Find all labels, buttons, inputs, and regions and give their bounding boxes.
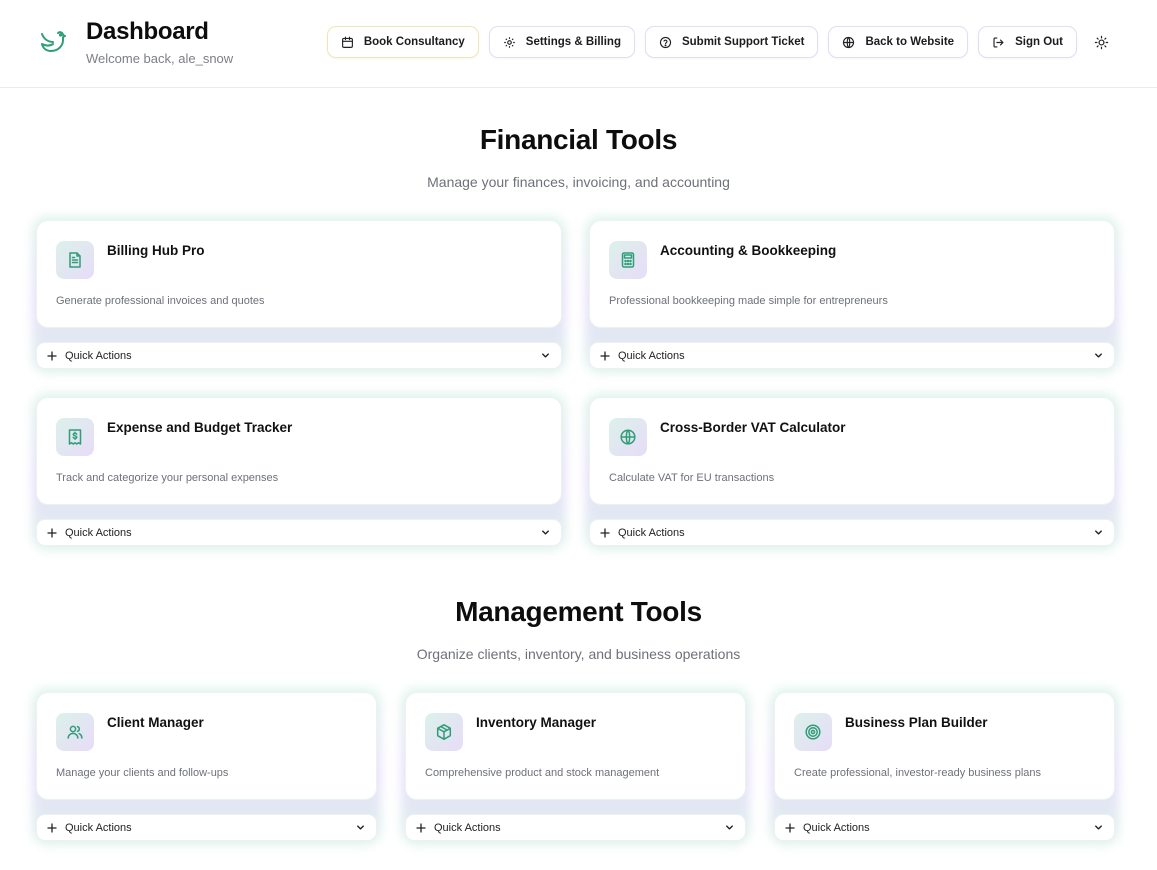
users-icon (56, 713, 94, 751)
card-description: Comprehensive product and stock manageme… (425, 767, 660, 779)
tool-card-inventory-manager[interactable]: Inventory Manager Comprehensive product … (401, 688, 750, 845)
chevron-down-icon (1095, 353, 1102, 358)
settings-billing-button[interactable]: Settings & Billing (488, 26, 635, 58)
receipt-icon (56, 418, 94, 456)
card-body[interactable]: Cross-Border VAT Calculator Calculate VA… (589, 397, 1115, 505)
tool-card-expense-budget-tracker[interactable]: Expense and Budget Tracker Track and cat… (32, 393, 566, 550)
quick-actions-toggle[interactable]: Quick Actions (36, 342, 562, 369)
chevron-down-icon (1095, 825, 1102, 830)
quick-actions-toggle[interactable]: Quick Actions (589, 519, 1115, 546)
theme-toggle-button[interactable] (1089, 30, 1113, 54)
tool-card-client-manager[interactable]: Client Manager Manage your clients and f… (32, 688, 381, 845)
card-description: Create professional, investor-ready busi… (794, 767, 1042, 779)
plus-icon (47, 527, 57, 538)
tool-card-billing-hub-pro[interactable]: Billing Hub Pro Generate professional in… (32, 216, 566, 373)
quick-actions-label: Quick Actions (65, 349, 132, 362)
financial-tools-subtitle: Manage your finances, invoicing, and acc… (427, 174, 730, 190)
plus-icon (47, 350, 57, 361)
card-title: Client Manager (107, 715, 204, 730)
logout-icon (993, 36, 1004, 48)
globe-icon (609, 418, 647, 456)
card-body[interactable]: Expense and Budget Tracker Track and cat… (36, 397, 562, 505)
card-body[interactable]: Billing Hub Pro Generate professional in… (36, 220, 562, 328)
chevron-down-icon (542, 353, 549, 358)
card-title: Inventory Manager (476, 715, 597, 730)
package-icon (425, 713, 463, 751)
back-to-website-button[interactable]: Back to Website (828, 26, 969, 58)
target-icon (794, 713, 832, 751)
sign-out-button[interactable]: Sign Out (978, 26, 1077, 58)
page-title: Dashboard (86, 18, 209, 45)
plus-icon (600, 350, 610, 361)
card-title: Expense and Budget Tracker (107, 420, 293, 435)
management-tools-heading: Management Tools (455, 596, 702, 627)
top-header: Dashboard Welcome back, ale_snow Book Co… (0, 0, 1157, 88)
chevron-down-icon (357, 825, 364, 830)
bird-logo-icon[interactable] (38, 25, 70, 57)
top-nav: Book Consultancy Settings & Billing Subm… (326, 26, 1113, 58)
tool-card-accounting-bookkeeping[interactable]: Accounting & Bookkeeping Professional bo… (585, 216, 1119, 373)
plus-icon (47, 822, 57, 833)
card-body[interactable]: Accounting & Bookkeeping Professional bo… (589, 220, 1115, 328)
book-consultancy-label: Book Consultancy (363, 36, 465, 48)
quick-actions-toggle[interactable]: Quick Actions (405, 814, 746, 841)
gear-icon (504, 36, 515, 48)
chevron-down-icon (542, 530, 549, 535)
settings-billing-label: Settings & Billing (525, 36, 621, 48)
quick-actions-toggle[interactable]: Quick Actions (36, 519, 562, 546)
sign-out-label: Sign Out (1015, 36, 1063, 48)
book-consultancy-button[interactable]: Book Consultancy (326, 26, 479, 58)
quick-actions-label: Quick Actions (618, 526, 685, 539)
quick-actions-label: Quick Actions (803, 821, 870, 834)
plus-icon (416, 822, 426, 833)
back-to-website-label: Back to Website (865, 36, 955, 48)
chevron-down-icon (726, 825, 733, 830)
card-description: Professional bookkeeping made simple for… (609, 295, 888, 307)
card-title: Cross-Border VAT Calculator (660, 420, 846, 435)
plus-icon (785, 822, 795, 833)
card-title: Business Plan Builder (845, 715, 988, 730)
card-description: Generate professional invoices and quote… (56, 295, 265, 307)
card-body[interactable]: Client Manager Manage your clients and f… (36, 692, 377, 800)
quick-actions-label: Quick Actions (434, 821, 501, 834)
plus-icon (600, 527, 610, 538)
financial-tools-heading: Financial Tools (479, 124, 678, 155)
document-icon (56, 241, 94, 279)
card-description: Manage your clients and follow-ups (56, 767, 229, 779)
card-description: Track and categorize your personal expen… (56, 472, 279, 484)
card-body[interactable]: Inventory Manager Comprehensive product … (405, 692, 746, 800)
card-body[interactable]: Business Plan Builder Create professiona… (774, 692, 1115, 800)
quick-actions-toggle[interactable]: Quick Actions (36, 814, 377, 841)
quick-actions-toggle[interactable]: Quick Actions (589, 342, 1115, 369)
calculator-icon (609, 241, 647, 279)
submit-support-ticket-label: Submit Support Ticket (681, 36, 805, 48)
card-title: Billing Hub Pro (107, 243, 205, 258)
globe-icon (843, 36, 855, 48)
card-description: Calculate VAT for EU transactions (609, 472, 775, 484)
card-title: Accounting & Bookkeeping (660, 243, 837, 258)
help-circle-icon (659, 36, 672, 48)
management-tools-subtitle: Organize clients, inventory, and busines… (416, 646, 741, 662)
tool-card-business-plan-builder[interactable]: Business Plan Builder Create professiona… (770, 688, 1119, 845)
welcome-text: Welcome back, ale_snow (86, 51, 234, 66)
tool-card-vat-calculator[interactable]: Cross-Border VAT Calculator Calculate VA… (585, 393, 1119, 550)
chevron-down-icon (1095, 530, 1102, 535)
quick-actions-label: Quick Actions (65, 821, 132, 834)
quick-actions-label: Quick Actions (618, 349, 685, 362)
quick-actions-label: Quick Actions (65, 526, 132, 539)
sun-icon (1094, 35, 1108, 49)
quick-actions-toggle[interactable]: Quick Actions (774, 814, 1115, 841)
submit-support-ticket-button[interactable]: Submit Support Ticket (644, 26, 819, 58)
calendar-icon (341, 36, 353, 48)
